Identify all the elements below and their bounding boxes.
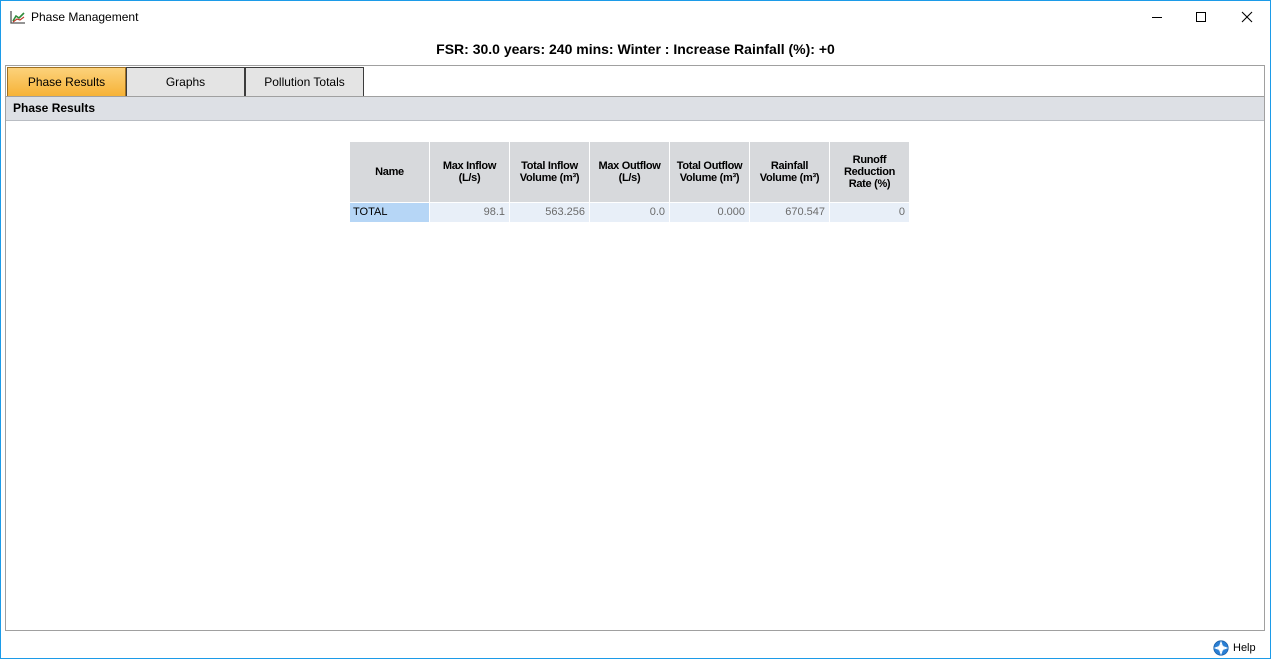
maximize-button[interactable] (1178, 1, 1224, 33)
phase-management-window: Phase Management FSR: 30.0 years: 240 mi… (0, 0, 1271, 659)
column-header-total-outflow-volume[interactable]: Total Outflow Volume (m³) (669, 142, 750, 203)
table-row[interactable]: TOTAL 98.1 563.256 0.0 0.000 670.547 0 (349, 201, 910, 223)
cell-total-outflow-volume[interactable]: 0.000 (669, 201, 750, 223)
tab-pollution-totals[interactable]: Pollution Totals (245, 67, 364, 98)
cell-max-inflow[interactable]: 98.1 (429, 201, 510, 223)
maximize-icon (1196, 12, 1206, 22)
footer-bar: Help (1, 632, 1270, 658)
tab-strip: Phase Results Graphs Pollution Totals (5, 65, 1265, 98)
column-header-max-outflow[interactable]: Max Outflow (L/s) (589, 142, 670, 203)
tab-phase-results[interactable]: Phase Results (7, 67, 126, 98)
cell-runoff-reduction-rate[interactable]: 0 (829, 201, 910, 223)
help-label: Help (1233, 642, 1256, 654)
simulation-summary: FSR: 30.0 years: 240 mins: Winter : Incr… (436, 41, 835, 57)
table-header-row: Name Max Inflow (L/s) Total Inflow Volume … (349, 142, 910, 203)
title-bar[interactable]: Phase Management (1, 1, 1270, 33)
column-header-total-inflow-volume[interactable]: Total Inflow Volume (m³) (509, 142, 590, 203)
minimize-icon (1152, 17, 1162, 18)
app-chart-icon (10, 11, 25, 24)
panel-title: Phase Results (6, 97, 1264, 121)
close-button[interactable] (1224, 1, 1270, 33)
cell-rainfall-volume[interactable]: 670.547 (749, 201, 830, 223)
tab-graphs[interactable]: Graphs (126, 67, 245, 98)
close-icon (1241, 11, 1253, 23)
cell-name[interactable]: TOTAL (349, 201, 430, 223)
help-icon (1213, 640, 1229, 656)
column-header-name[interactable]: Name (349, 142, 430, 203)
cell-total-inflow-volume[interactable]: 563.256 (509, 201, 590, 223)
column-header-runoff-reduction-rate[interactable]: Runoff Reduction Rate (%) (829, 142, 910, 203)
column-header-rainfall-volume[interactable]: Rainfall Volume (m³) (749, 142, 830, 203)
column-header-max-inflow[interactable]: Max Inflow (L/s) (429, 142, 510, 203)
minimize-button[interactable] (1134, 1, 1180, 33)
window-title: Phase Management (31, 10, 139, 24)
cell-max-outflow[interactable]: 0.0 (589, 201, 670, 223)
help-button[interactable]: Help (1213, 640, 1256, 656)
phase-results-table: Name Max Inflow (L/s) Total Inflow Volume … (349, 142, 910, 223)
phase-results-panel: Phase Results Name Max Inflow (L/s) Total… (5, 96, 1265, 631)
